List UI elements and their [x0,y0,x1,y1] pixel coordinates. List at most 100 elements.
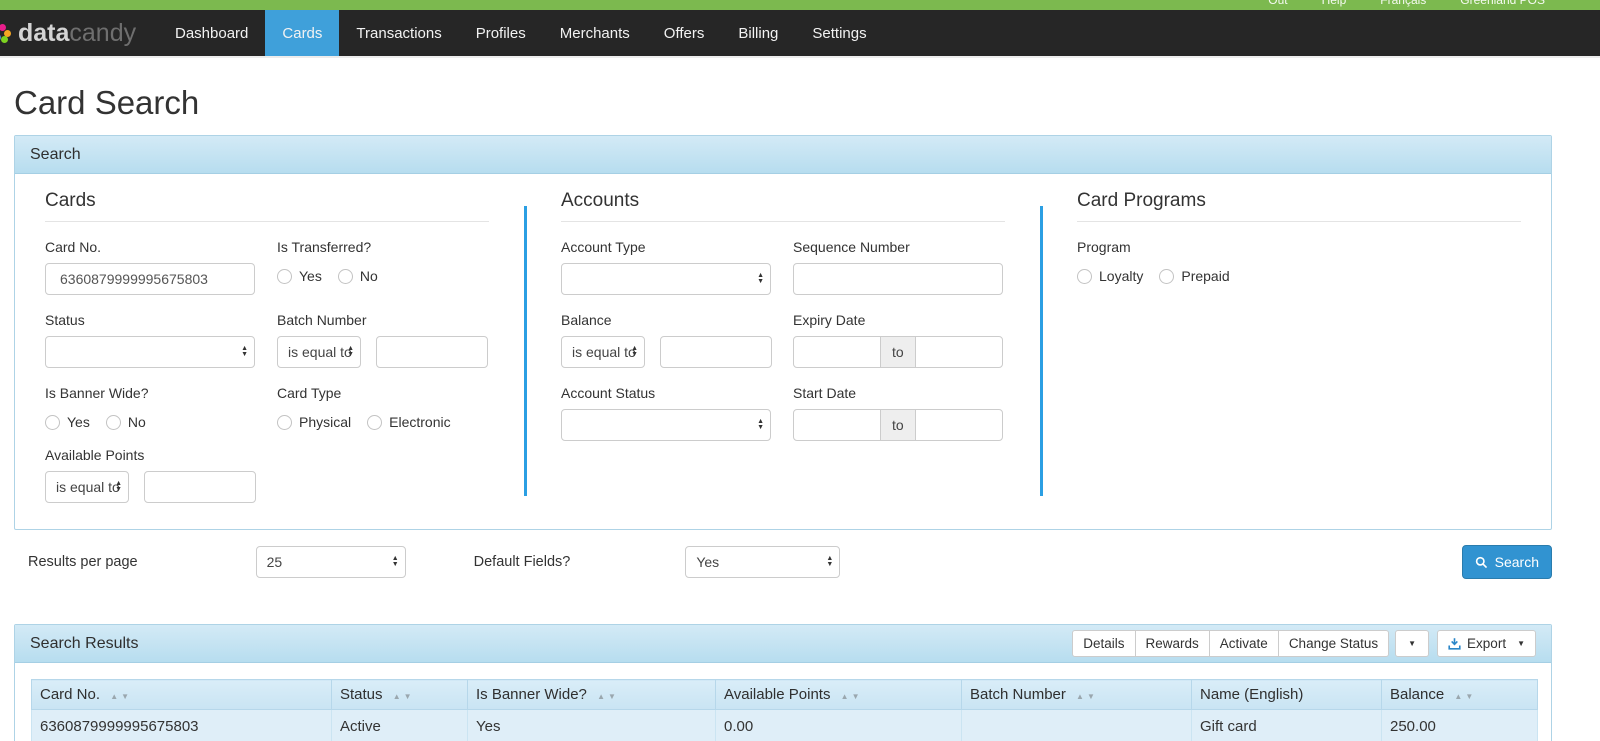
sort-icons[interactable]: ▲▼ [110,692,129,701]
start-date-from-input[interactable] [793,409,881,441]
details-button[interactable]: Details [1072,630,1135,657]
card-no-input[interactable] [45,263,255,295]
radio-label: Electronic [389,414,450,430]
search-icon [1475,556,1488,569]
column-header-is-banner-wide[interactable]: Is Banner Wide? ▲▼ [468,680,716,710]
is-transferred-no-radio[interactable]: No [338,268,378,284]
start-date-to-input[interactable] [915,409,1003,441]
account-type-select[interactable]: ▲▼ [561,263,771,295]
radio-icon[interactable] [338,269,353,284]
sort-icons[interactable]: ▲▼ [841,692,860,701]
column-header-batch-number[interactable]: Batch Number ▲▼ [962,680,1192,710]
sort-icons[interactable]: ▲▼ [597,692,616,701]
accounts-section-heading: Accounts [561,190,1005,222]
card-programs-section: Card Programs Program Loyalty Prepaid [1077,190,1521,503]
more-actions-dropdown-button[interactable]: ▼ [1395,630,1429,657]
nav-item-profiles[interactable]: Profiles [459,10,543,56]
topbar-link-help[interactable]: Help [1322,0,1347,7]
rewards-button[interactable]: Rewards [1135,630,1210,657]
results-actions: Details Rewards Activate Change Status ▼… [1072,630,1536,657]
date-to-separator: to [880,336,916,368]
select-arrows-icon: ▲▼ [826,556,833,568]
card-type-electronic-radio[interactable]: Electronic [367,414,450,430]
change-status-button[interactable]: Change Status [1278,630,1389,657]
datacandy-logo[interactable]: datacandy [0,10,140,56]
available-points-operator-value: is equal to [56,479,120,495]
cell-balance[interactable]: 250.00 [1382,710,1538,741]
cell-is-banner-wide[interactable]: Yes [468,710,716,741]
sort-icons[interactable]: ▲▼ [393,692,412,701]
nav-item-billing[interactable]: Billing [721,10,795,56]
batch-number-input[interactable] [376,336,488,368]
is-banner-wide-yes-radio[interactable]: Yes [45,414,90,430]
main-navbar: datacandy Dashboard Cards Transactions P… [0,10,1600,58]
radio-icon[interactable] [367,415,382,430]
column-header-available-points[interactable]: Available Points ▲▼ [716,680,962,710]
radio-icon[interactable] [277,415,292,430]
card-no-label: Card No. [45,239,277,255]
expiry-date-from-input[interactable] [793,336,881,368]
program-prepaid-radio[interactable]: Prepaid [1159,268,1229,284]
program-loyalty-radio[interactable]: Loyalty [1077,268,1143,284]
nav-item-offers[interactable]: Offers [647,10,722,56]
sort-asc-icon: ▲ [110,692,118,701]
sort-icons[interactable]: ▲▼ [1076,692,1095,701]
cards-section-heading: Cards [45,190,489,222]
default-fields-select[interactable]: Yes ▲▼ [685,546,840,578]
results-per-page-select[interactable]: 25 ▲▼ [256,546,406,578]
account-type-label: Account Type [561,239,793,255]
cell-available-points[interactable]: 0.00 [716,710,962,741]
radio-icon[interactable] [45,415,60,430]
topbar-link-language[interactable]: Français [1380,0,1426,7]
expiry-date-to-input[interactable] [915,336,1003,368]
cell-status[interactable]: Active [332,710,468,741]
balance-operator-select[interactable]: is equal to ▲▼ [561,336,645,368]
available-points-operator-select[interactable]: is equal to ▲▼ [45,471,129,503]
is-banner-wide-no-radio[interactable]: No [106,414,146,430]
available-points-input[interactable] [144,471,256,503]
column-label: Balance [1390,686,1444,703]
activate-button[interactable]: Activate [1209,630,1279,657]
results-table: Card No. ▲▼ Status ▲▼ Is Banner Wide? ▲▼… [31,679,1538,741]
column-header-balance[interactable]: Balance ▲▼ [1382,680,1538,710]
nav-item-merchants[interactable]: Merchants [543,10,647,56]
column-header-status[interactable]: Status ▲▼ [332,680,468,710]
sequence-number-label: Sequence Number [793,239,1005,255]
select-arrows-icon: ▲▼ [115,481,122,493]
cell-batch-number[interactable] [962,710,1192,741]
column-label: Batch Number [970,686,1066,703]
search-button[interactable]: Search [1462,545,1552,579]
expiry-date-label: Expiry Date [793,312,1005,328]
column-divider [524,206,527,496]
radio-icon[interactable] [1159,269,1174,284]
nav-item-transactions[interactable]: Transactions [339,10,458,56]
radio-icon[interactable] [106,415,121,430]
accounts-section: Accounts Account Type ▲▼ Sequence Number [561,190,1005,503]
radio-icon[interactable] [1077,269,1092,284]
nav-item-dashboard[interactable]: Dashboard [158,10,265,56]
column-header-card-no[interactable]: Card No. ▲▼ [32,680,332,710]
sort-icons[interactable]: ▲▼ [1454,692,1473,701]
date-to-separator: to [880,409,916,441]
card-type-physical-radio[interactable]: Physical [277,414,351,430]
status-select[interactable]: ▲▼ [45,336,255,368]
cell-card-no[interactable]: 6360879999995675803 [32,710,332,741]
radio-icon[interactable] [277,269,292,284]
nav-item-cards[interactable]: Cards [265,10,339,56]
table-row[interactable]: 6360879999995675803 Active Yes 0.00 Gift… [32,710,1538,741]
sort-asc-icon: ▲ [597,692,605,701]
nav-item-settings[interactable]: Settings [795,10,883,56]
search-panel-title: Search [30,146,81,164]
search-button-label: Search [1495,554,1539,570]
sequence-number-input[interactable] [793,263,1003,295]
topbar-link-out[interactable]: Out [1268,0,1287,7]
topbar-link-merchant[interactable]: Greenland POS [1460,0,1545,7]
is-transferred-yes-radio[interactable]: Yes [277,268,322,284]
cell-name-english[interactable]: Gift card [1192,710,1382,741]
logo-pinwheel-icon [0,24,11,42]
balance-input[interactable] [660,336,772,368]
column-header-name-english[interactable]: Name (English) [1192,680,1382,710]
export-button[interactable]: Export ▼ [1437,630,1536,657]
account-status-select[interactable]: ▲▼ [561,409,771,441]
batch-operator-select[interactable]: is equal to ▲▼ [277,336,361,368]
